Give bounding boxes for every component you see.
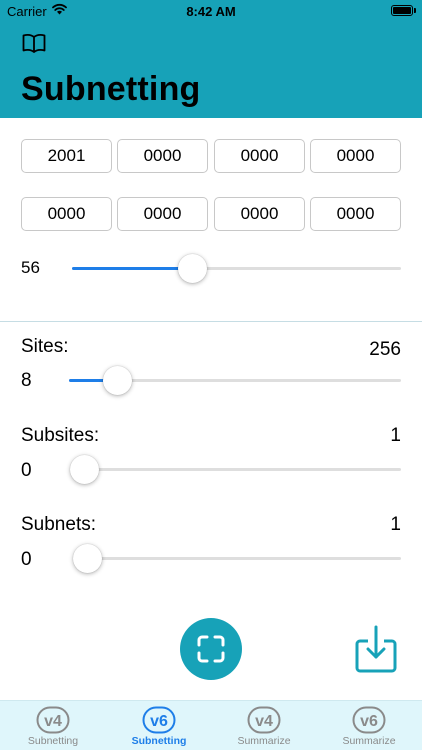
svg-text:v6: v6 — [360, 713, 378, 730]
tab-v6-subnetting[interactable]: v6 Subnetting — [106, 703, 212, 750]
section-divider — [0, 321, 422, 322]
prefix-slider-fill — [72, 267, 193, 270]
tab-label: Subnetting — [27, 735, 79, 747]
svg-text:v4: v4 — [255, 713, 273, 730]
tab-label: Summarize — [342, 735, 396, 747]
v6-badge-icon: v6 — [142, 706, 176, 734]
subnets-slider-track — [87, 557, 401, 560]
subnets-slider-thumb[interactable] — [73, 544, 102, 573]
tab-v4-summarize[interactable]: v4 Summarize — [211, 703, 317, 750]
tab-label: Subnetting — [131, 735, 187, 747]
prefix-value: 56 — [21, 258, 40, 277]
address-segment-3[interactable] — [214, 139, 305, 173]
book-icon[interactable] — [22, 33, 46, 53]
svg-text:v6: v6 — [150, 713, 168, 730]
address-segment-4[interactable] — [310, 139, 401, 173]
subnets-label: Subnets: — [21, 514, 96, 535]
tab-v4-subnetting[interactable]: v4 Subnetting — [0, 703, 106, 750]
sites-max: 256 — [369, 339, 401, 360]
battery-cap — [414, 8, 416, 13]
address-segment-7[interactable] — [214, 197, 305, 231]
prefix-slider[interactable] — [72, 254, 401, 284]
sites-slider-thumb[interactable] — [103, 366, 133, 395]
address-segment-5[interactable] — [21, 197, 112, 231]
subsites-slider-thumb[interactable] — [70, 455, 99, 484]
subsites-label: Subsites: — [21, 425, 100, 446]
v4-badge-icon: v4 — [36, 706, 70, 734]
prefix-slider-thumb[interactable] — [178, 254, 208, 283]
address-segment-2[interactable] — [117, 139, 208, 173]
export-icon[interactable] — [355, 625, 397, 673]
svg-text:v4: v4 — [44, 713, 62, 730]
address-segment-1[interactable] — [21, 139, 112, 173]
v4-badge-icon: v4 — [247, 706, 281, 734]
clock: 8:42 AM — [186, 4, 236, 19]
v6-badge-icon: v6 — [352, 706, 386, 734]
status-bar: Carrier 8:42 AM — [0, 0, 422, 24]
subsites-max: 1 — [390, 425, 401, 446]
sites-label: Sites: — [21, 336, 69, 357]
subsites-slider-track — [84, 468, 401, 471]
scan-icon — [197, 635, 225, 663]
scan-button[interactable] — [180, 618, 242, 680]
tab-v6-summarize[interactable]: v6 Summarize — [316, 703, 422, 750]
sites-value: 8 — [21, 370, 32, 391]
subnets-slider[interactable] — [73, 544, 401, 574]
tab-label: Summarize — [237, 735, 291, 747]
subnets-value: 0 — [21, 549, 32, 570]
header: Carrier 8:42 AM Subnetting — [0, 0, 422, 118]
tab-bar: v4 Subnetting v6 Subnetting v4 Summarize… — [0, 700, 422, 750]
subnets-max: 1 — [390, 514, 401, 535]
address-segment-8[interactable] — [310, 197, 401, 231]
subsites-value: 0 — [21, 460, 32, 481]
battery-icon — [391, 5, 413, 16]
sites-slider[interactable] — [69, 366, 401, 396]
subsites-slider[interactable] — [70, 455, 401, 485]
address-segment-6[interactable] — [117, 197, 208, 231]
page-title: Subnetting — [21, 70, 201, 108]
